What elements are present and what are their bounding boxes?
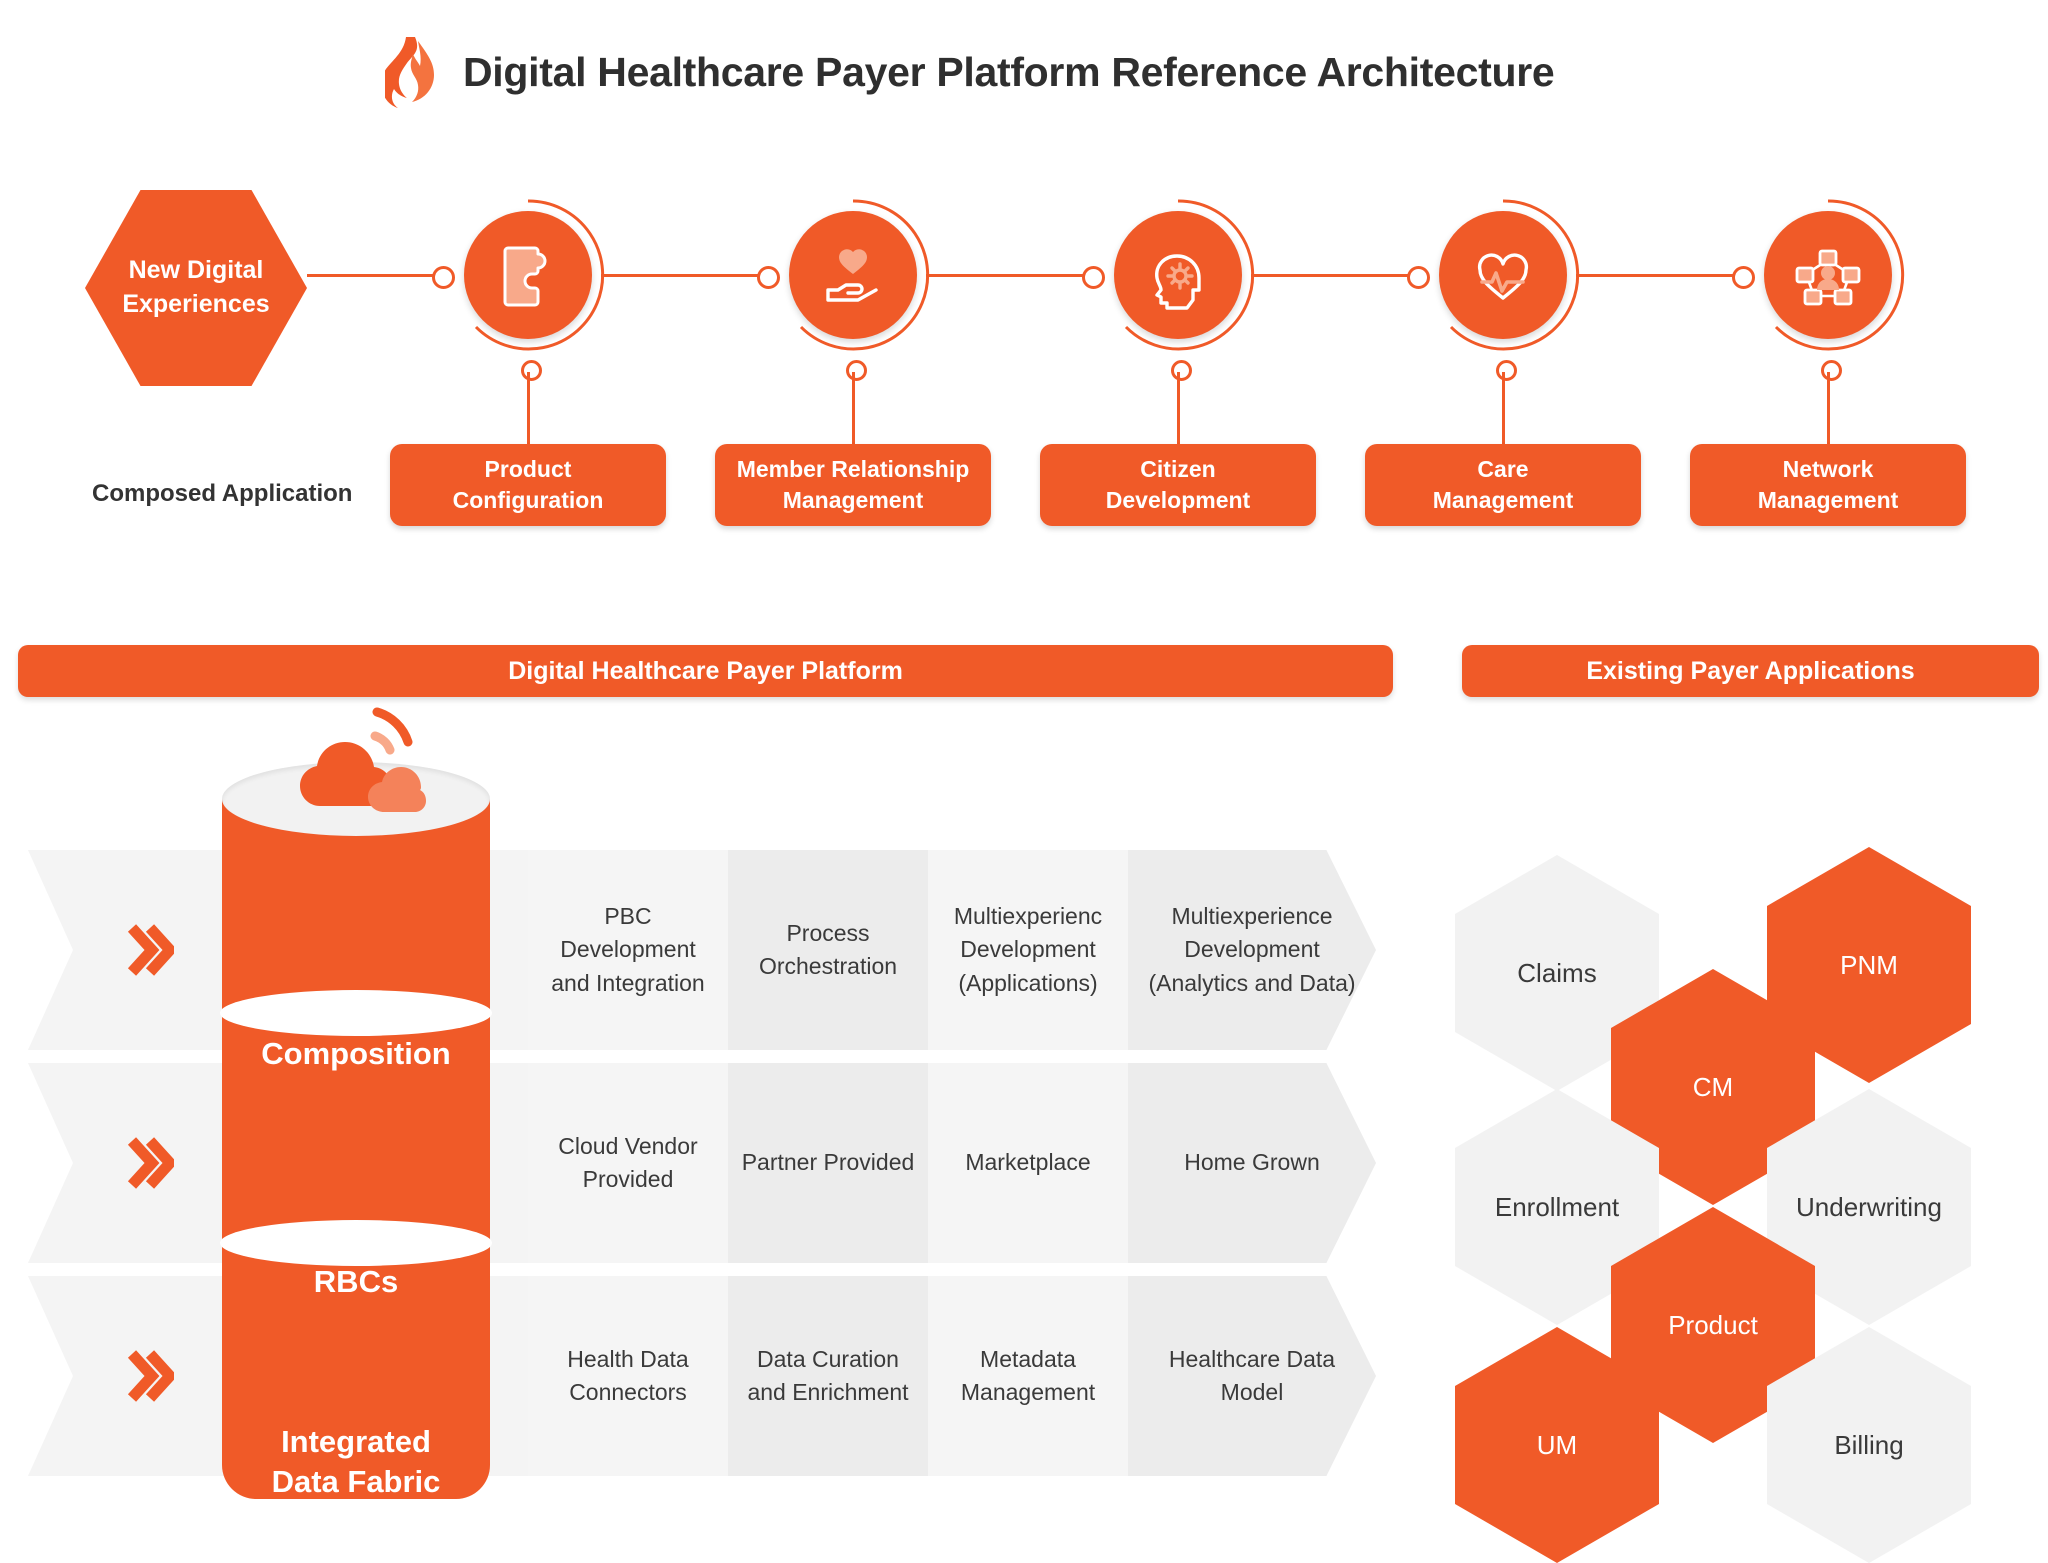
drop-line-4 bbox=[1827, 372, 1830, 446]
node-care-management[interactable] bbox=[1423, 195, 1583, 355]
head-gear-icon bbox=[1155, 254, 1201, 310]
cylinder-label-line1: Integrated bbox=[281, 1424, 431, 1459]
puzzle-piece-icon bbox=[503, 246, 547, 307]
platform-stack-cylinder: Composition RBCs Integrated Data Fabric bbox=[220, 707, 492, 1532]
node-citizen-development[interactable] bbox=[1098, 195, 1258, 355]
network-person-icon bbox=[1795, 249, 1861, 306]
flow-connector-0 bbox=[307, 274, 440, 277]
node-disc bbox=[1114, 211, 1242, 339]
drop-dot-4 bbox=[1821, 360, 1842, 381]
node-network-management[interactable] bbox=[1748, 195, 1908, 355]
matrix-cell[interactable]: PBC Development and Integration bbox=[528, 850, 728, 1050]
drop-dot-1 bbox=[846, 360, 867, 381]
node-disc bbox=[1764, 211, 1892, 339]
cylinder-label-integrated-data-fabric: Integrated Data Fabric bbox=[222, 1422, 490, 1503]
heart-pulse-icon bbox=[1477, 253, 1529, 300]
app-box-member-relationship-management[interactable]: Member Relationship Management bbox=[715, 444, 991, 526]
composed-application-label: Composed Application bbox=[92, 480, 353, 507]
cylinder-label-line1: RBCs bbox=[313, 1264, 399, 1299]
matrix-cell[interactable]: Data Curation and Enrichment bbox=[728, 1276, 928, 1476]
flame-icon bbox=[381, 35, 437, 109]
cloud-wifi-icon bbox=[280, 702, 430, 832]
existing-bar-label: Existing Payer Applications bbox=[1586, 656, 1915, 685]
cylinder-label-composition: Composition bbox=[222, 1034, 490, 1074]
flow-connector-3 bbox=[1251, 274, 1415, 277]
app-label-line2: Management bbox=[782, 487, 924, 513]
drop-line-1 bbox=[852, 372, 855, 446]
app-label-line1: Product bbox=[484, 455, 572, 482]
flow-connector-2 bbox=[926, 274, 1090, 277]
cylinder-label-line2: Data Fabric bbox=[271, 1464, 441, 1500]
new-digital-experiences-hex: New Digital Experiences bbox=[85, 190, 307, 386]
existing-section-header: Existing Payer Applications bbox=[1462, 645, 2039, 697]
existing-applications-hexgrid: Claims PNM CM Enrollment Underwriting Pr… bbox=[1455, 845, 2048, 1563]
node-product-configuration[interactable] bbox=[448, 195, 608, 355]
node-disc bbox=[1439, 211, 1567, 339]
drop-line-2 bbox=[1177, 372, 1180, 446]
flow-connector-1 bbox=[601, 274, 765, 277]
platform-section-header: Digital Healthcare Payer Platform bbox=[18, 645, 1393, 697]
layer-cells: Health Data Connectors Data Curation and… bbox=[528, 1276, 1376, 1476]
app-label-line2: Configuration bbox=[452, 487, 604, 513]
matrix-cell[interactable]: Healthcare Data Model bbox=[1128, 1276, 1376, 1476]
app-label-line1: Member Relationship bbox=[736, 455, 970, 482]
drop-dot-0 bbox=[521, 360, 542, 381]
app-label-line2: Development bbox=[1105, 487, 1251, 513]
app-label-line1: Care bbox=[1477, 455, 1529, 482]
matrix-cell[interactable]: Metadata Management bbox=[928, 1276, 1128, 1476]
app-label-line2: Management bbox=[1432, 487, 1574, 513]
drop-line-0 bbox=[527, 372, 530, 446]
double-chevron-right-icon bbox=[126, 1135, 174, 1191]
matrix-cell[interactable]: Multiexperience Development (Analytics a… bbox=[1128, 850, 1376, 1050]
cylinder-divider-2 bbox=[220, 1220, 492, 1266]
entry-hex-line2: Experiences bbox=[122, 290, 270, 318]
cylinder-label-line1: Composition bbox=[261, 1036, 451, 1071]
platform-bar-label: Digital Healthcare Payer Platform bbox=[508, 656, 903, 685]
flow-connector-4 bbox=[1576, 274, 1740, 277]
node-disc bbox=[789, 211, 917, 339]
diagram-canvas: Digital Healthcare Payer Platform Refere… bbox=[0, 0, 2048, 1563]
node-disc bbox=[464, 211, 592, 339]
app-label-line1: Network bbox=[1782, 455, 1874, 482]
heart-in-hand-icon bbox=[826, 249, 878, 302]
page-header: Digital Healthcare Payer Platform Refere… bbox=[381, 35, 1555, 109]
cylinder-label-rbcs: RBCs bbox=[222, 1262, 490, 1302]
matrix-cell[interactable]: Cloud Vendor Provided bbox=[528, 1063, 728, 1263]
drop-dot-3 bbox=[1496, 360, 1517, 381]
cylinder-divider-1 bbox=[220, 990, 492, 1036]
app-box-care-management[interactable]: Care Management bbox=[1365, 444, 1641, 526]
app-box-citizen-development[interactable]: Citizen Development bbox=[1040, 444, 1316, 526]
app-label-line1: Citizen bbox=[1140, 455, 1216, 482]
app-box-product-configuration[interactable]: Product Configuration bbox=[390, 444, 666, 526]
matrix-cell[interactable]: Multiexperienc Development (Applications… bbox=[928, 850, 1128, 1050]
matrix-cell[interactable]: Partner Provided bbox=[728, 1063, 928, 1263]
app-box-network-management[interactable]: Network Management bbox=[1690, 444, 1966, 526]
layer-cells: PBC Development and Integration Process … bbox=[528, 850, 1376, 1050]
drop-dot-2 bbox=[1171, 360, 1192, 381]
layer-cells: Cloud Vendor Provided Partner Provided M… bbox=[528, 1063, 1376, 1263]
double-chevron-right-icon bbox=[126, 922, 174, 978]
page-title: Digital Healthcare Payer Platform Refere… bbox=[463, 48, 1555, 95]
double-chevron-right-icon bbox=[126, 1348, 174, 1404]
cylinder-body bbox=[222, 799, 490, 1499]
entry-hex-line1: New Digital bbox=[128, 256, 264, 285]
drop-line-3 bbox=[1502, 372, 1505, 446]
node-member-relationship-management[interactable] bbox=[773, 195, 933, 355]
matrix-cell[interactable]: Health Data Connectors bbox=[528, 1276, 728, 1476]
matrix-cell[interactable]: Marketplace bbox=[928, 1063, 1128, 1263]
app-label-line2: Management bbox=[1757, 487, 1899, 513]
matrix-cell[interactable]: Process Orchestration bbox=[728, 850, 928, 1050]
matrix-cell[interactable]: Home Grown bbox=[1128, 1063, 1376, 1263]
